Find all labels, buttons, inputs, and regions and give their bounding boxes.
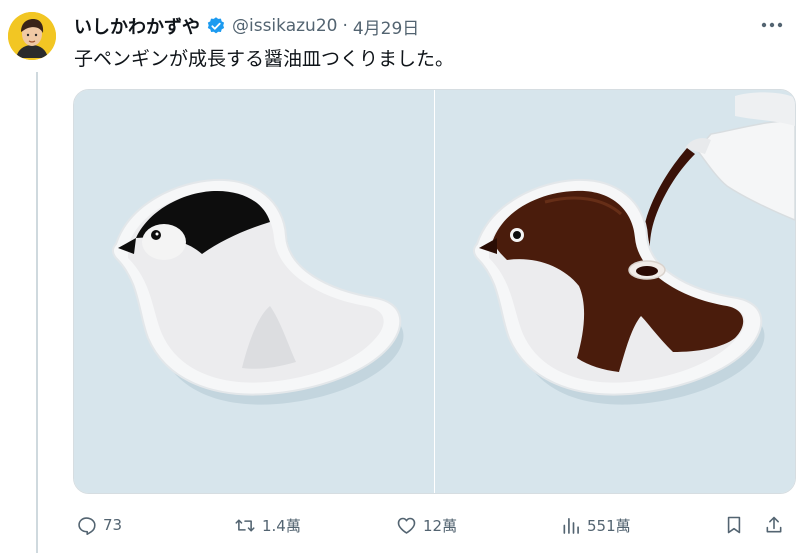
- share-button[interactable]: [764, 510, 790, 540]
- views-icon: [563, 517, 579, 534]
- separator-dot: ·: [342, 16, 348, 36]
- reply-count: 73: [103, 516, 123, 534]
- like-count: 12萬: [423, 516, 458, 535]
- media-grid: [73, 89, 796, 494]
- views-count: 551萬: [587, 516, 631, 535]
- verified-badge-icon[interactable]: [206, 16, 226, 36]
- penguin-dish-empty-image[interactable]: [74, 90, 434, 493]
- tweet-text: 子ペンギンが成長する醤油皿つくりました。: [74, 48, 455, 70]
- thread-line: [36, 72, 38, 553]
- display-name[interactable]: いしかわかずや: [74, 13, 200, 39]
- heart-icon: [397, 517, 416, 534]
- tweet-date[interactable]: 4月29日: [353, 14, 419, 39]
- penguin-dish-soy-sauce-image[interactable]: [435, 90, 795, 493]
- like-button[interactable]: 12萬: [396, 510, 457, 540]
- more-icon[interactable]: [759, 14, 785, 36]
- reply-icon: [78, 516, 96, 535]
- bookmark-button[interactable]: [724, 510, 750, 540]
- user-handle[interactable]: @issikazu20: [232, 16, 337, 36]
- share-icon: [766, 516, 782, 533]
- action-bar: 73 1.4萬 12萬 551萬: [74, 510, 796, 540]
- retweet-button[interactable]: 1.4萬: [234, 510, 301, 540]
- tweet-header: いしかわかずや @issikazu20 · 4月29日: [74, 13, 419, 39]
- retweet-icon: [235, 518, 255, 532]
- avatar[interactable]: [8, 12, 56, 60]
- reply-button[interactable]: 73: [76, 510, 122, 540]
- bookmark-icon: [727, 516, 741, 534]
- retweet-count: 1.4萬: [262, 516, 301, 535]
- views-button[interactable]: 551萬: [561, 510, 631, 540]
